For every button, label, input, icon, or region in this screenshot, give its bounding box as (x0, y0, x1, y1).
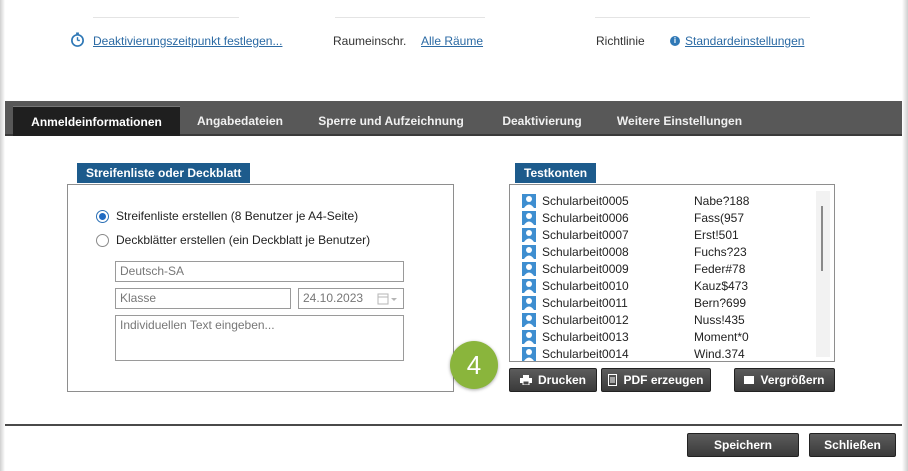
tab-lock-and-recording[interactable]: Sperre und Aufzeichnung (305, 106, 477, 136)
create-pdf-label: PDF erzeugen (623, 373, 704, 387)
cover-sheet-label: Deckblätter erstellen (ein Deckblatt je … (116, 233, 371, 247)
user-icon (522, 193, 536, 208)
account-username: Schularbeit0005 (542, 193, 629, 208)
cut-off-row-line (335, 10, 485, 18)
dialog: Deaktivierungszeitpunkt festlegen... Rau… (0, 0, 908, 471)
tab-login-info[interactable]: Anmeldeinformationen (13, 106, 180, 136)
list-item[interactable]: Schularbeit0006 Fass(957 (522, 209, 744, 226)
cut-off-row-line (93, 10, 239, 18)
room-restriction-label: Raumeinschr. (333, 34, 407, 48)
scrollbar-thumb[interactable] (821, 206, 823, 271)
user-icon (522, 329, 536, 344)
list-item[interactable]: Schularbeit0014 Wind.374 (522, 345, 745, 361)
document-icon (608, 374, 618, 386)
tab-bar: Anmeldeinformationen Angabedateien Sperr… (5, 101, 902, 136)
list-item[interactable]: Schularbeit0010 Kauz$473 (522, 277, 748, 294)
option-cover-sheet[interactable]: Deckblätter erstellen (ein Deckblatt je … (96, 232, 370, 248)
user-icon (522, 312, 536, 327)
enlarge-label: Vergrößern (760, 373, 825, 387)
account-password: Fuchs?23 (694, 244, 747, 259)
all-rooms-link[interactable]: Alle Räume (421, 34, 483, 48)
list-item[interactable]: Schularbeit0012 Nuss!435 (522, 311, 745, 328)
account-username: Schularbeit0010 (542, 278, 629, 293)
account-password: Feder#78 (694, 261, 746, 276)
list-item[interactable]: Schularbeit0011 Bern?699 (522, 294, 746, 311)
accounts-scrollbar[interactable] (816, 191, 830, 357)
list-item[interactable]: Schularbeit0009 Feder#78 (522, 260, 745, 277)
strip-list-header: Streifenliste oder Deckblatt (77, 163, 251, 183)
date-value: 24.10.2023 (303, 291, 364, 305)
create-pdf-button[interactable]: PDF erzeugen (601, 368, 711, 392)
tab-deactivation[interactable]: Deaktivierung (487, 106, 597, 136)
test-accounts-header: Testkonten (515, 163, 597, 183)
print-button[interactable]: Drucken (509, 368, 597, 392)
cut-off-row-line (595, 10, 810, 18)
top-settings-row: Deaktivierungszeitpunkt festlegen... Rau… (5, 32, 902, 50)
subject-input[interactable]: Deutsch-SA (115, 261, 404, 282)
account-username: Schularbeit0008 (542, 244, 629, 259)
step-number-badge: 4 (450, 341, 498, 389)
class-input[interactable]: Klasse (115, 288, 291, 309)
printer-icon (519, 375, 532, 385)
list-item[interactable]: Schularbeit0007 Erst!501 (522, 226, 739, 243)
top-settings-area: Deaktivierungszeitpunkt festlegen... Rau… (5, 0, 902, 101)
list-item[interactable]: Schularbeit0008 Fuchs?23 (522, 243, 747, 260)
strip-list-radio[interactable] (96, 209, 109, 223)
account-username: Schularbeit0006 (542, 210, 629, 225)
user-icon (522, 227, 536, 242)
custom-text-input[interactable]: Individuellen Text eingeben... (115, 315, 404, 361)
user-icon (522, 244, 536, 259)
account-password: Nabe?188 (694, 193, 750, 208)
stopwatch-icon (71, 32, 84, 47)
tab-instruction-files[interactable]: Angabedateien (185, 106, 295, 136)
account-password: Fass(957 (694, 210, 745, 225)
account-username: Schularbeit0012 (542, 312, 629, 327)
user-icon (522, 210, 536, 225)
account-username: Schularbeit0009 (542, 261, 629, 276)
strip-list-label: Streifenliste erstellen (8 Benutzer je A… (116, 209, 359, 223)
tab-more-settings[interactable]: Weitere Einstellungen (607, 106, 752, 136)
right-edge-shadow (902, 0, 908, 471)
user-icon (522, 261, 536, 276)
account-username: Schularbeit0013 (542, 329, 629, 344)
strip-list-panel: Streifenliste erstellen (8 Benutzer je A… (67, 184, 454, 392)
account-password: Moment*0 (694, 329, 749, 344)
account-username: Schularbeit0007 (542, 227, 629, 242)
window-icon (744, 376, 755, 384)
save-button[interactable]: Speichern (687, 433, 799, 457)
info-icon: i (670, 36, 680, 46)
enlarge-button[interactable]: Vergrößern (734, 368, 835, 392)
dialog-footer: Speichern Schließen (5, 426, 902, 471)
account-username: Schularbeit0011 (542, 295, 628, 310)
list-item[interactable]: Schularbeit0013 Moment*0 (522, 328, 749, 345)
date-field[interactable]: 24.10.2023 (298, 288, 404, 309)
close-button[interactable]: Schließen (809, 433, 896, 457)
user-icon (522, 346, 536, 361)
user-icon (522, 295, 536, 310)
account-username: Schularbeit0014 (542, 346, 629, 361)
account-password: Nuss!435 (694, 312, 745, 327)
policy-label: Richtlinie (596, 34, 645, 48)
default-settings-link[interactable]: Standardeinstellungen (685, 34, 804, 48)
calendar-dropdown-icon[interactable] (377, 292, 399, 306)
account-password: Kauz$473 (694, 278, 749, 293)
print-label: Drucken (537, 373, 587, 387)
tab-content: Streifenliste erstellen (8 Benutzer je A… (5, 136, 902, 424)
user-icon (522, 278, 536, 293)
cover-sheet-radio[interactable] (96, 233, 109, 247)
account-password: Bern?699 (694, 295, 747, 310)
deactivation-time-link[interactable]: Deaktivierungszeitpunkt festlegen... (93, 34, 282, 48)
account-password: Wind.374 (694, 346, 745, 361)
test-accounts-list: Schularbeit0005 Nabe?188 Schularbeit0006… (509, 184, 835, 362)
option-strip-list[interactable]: Streifenliste erstellen (8 Benutzer je A… (96, 208, 358, 224)
list-item[interactable]: Schularbeit0005 Nabe?188 (522, 192, 749, 209)
account-password: Erst!501 (694, 227, 739, 242)
